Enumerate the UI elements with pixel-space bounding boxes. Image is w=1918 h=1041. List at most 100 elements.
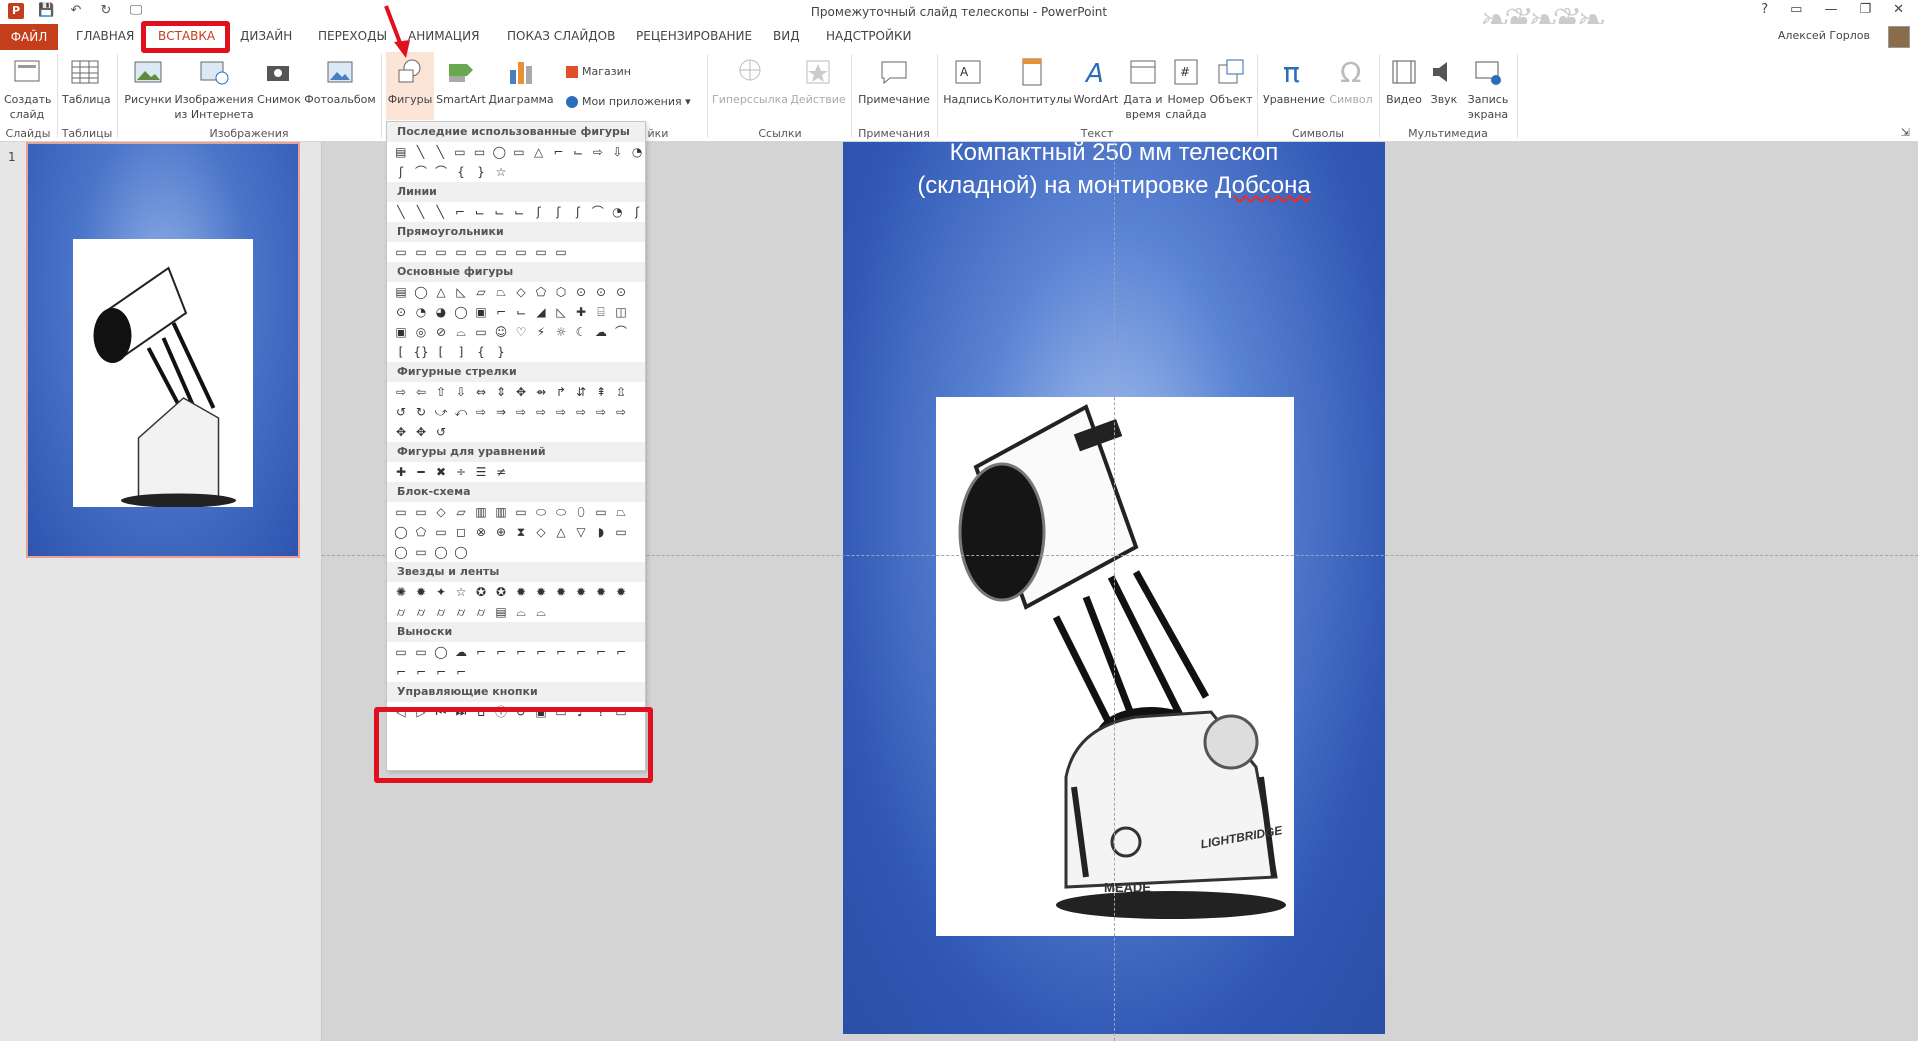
shape-item-icon[interactable]: ▭ <box>613 704 629 720</box>
close-button[interactable]: ✕ <box>1893 2 1904 17</box>
wordart-button[interactable]: A WordArt <box>1070 56 1122 107</box>
my-apps-button[interactable]: Мои приложения ▾ <box>566 94 691 109</box>
shape-item-icon[interactable]: ▭ <box>533 244 549 260</box>
shape-item-icon[interactable]: ✹ <box>413 584 429 600</box>
new-slide-button[interactable]: Создать слайд <box>4 56 52 122</box>
shape-item-icon[interactable]: ⇨ <box>573 404 589 420</box>
shape-item-icon[interactable]: ☁ <box>453 644 469 660</box>
shape-item-icon[interactable]: ✚ <box>393 464 409 480</box>
shape-item-icon[interactable]: ⏢ <box>613 504 629 520</box>
shape-item-icon[interactable]: ▱ <box>473 284 489 300</box>
telescope-image[interactable]: MEADE LIGHTBRIDGE <box>936 397 1294 936</box>
screen-recording-button[interactable]: Запись экрана <box>1464 56 1512 122</box>
shape-item-icon[interactable]: ◯ <box>433 544 449 560</box>
shape-item-icon[interactable]: ⇨ <box>553 404 569 420</box>
shape-item-icon[interactable]: ⊙ <box>573 284 589 300</box>
shape-item-icon[interactable]: ↱ <box>553 384 569 400</box>
shape-item-icon[interactable]: ◯ <box>393 524 409 540</box>
shape-item-icon[interactable]: ] <box>453 344 469 360</box>
shape-item-icon[interactable]: ✥ <box>393 424 409 440</box>
shape-item-icon[interactable]: △ <box>433 284 449 300</box>
shape-item-icon[interactable]: ▭ <box>511 144 527 160</box>
shape-item-icon[interactable]: ▭ <box>413 544 429 560</box>
shape-item-icon[interactable]: ✦ <box>433 584 449 600</box>
shape-item-icon[interactable]: ✪ <box>473 584 489 600</box>
shape-item-icon[interactable]: ⌐ <box>593 644 609 660</box>
comment-button[interactable]: Примечание <box>856 56 932 107</box>
shape-item-icon[interactable]: ⊘ <box>433 324 449 340</box>
shape-item-icon[interactable]: ≠ <box>493 464 509 480</box>
shape-item-icon[interactable]: ◔ <box>413 304 429 320</box>
shape-item-icon[interactable]: ▭ <box>553 244 569 260</box>
shape-item-icon[interactable]: ⌓ <box>513 604 529 620</box>
shape-item-icon[interactable]: ✹ <box>593 584 609 600</box>
shape-item-icon[interactable]: ⬭ <box>533 504 549 520</box>
shape-item-icon[interactable]: ⬯ <box>573 504 589 520</box>
shape-item-icon[interactable]: ✹ <box>573 584 589 600</box>
shape-item-icon[interactable]: ⇨ <box>613 404 629 420</box>
shape-item-icon[interactable]: ⧗ <box>513 524 529 540</box>
shape-item-icon[interactable]: ▽ <box>573 524 589 540</box>
shape-item-icon[interactable]: ⇧ <box>433 384 449 400</box>
tab-addins[interactable]: НАДСТРОЙКИ <box>826 29 911 43</box>
shape-item-icon[interactable]: ⬭ <box>553 504 569 520</box>
help-button[interactable]: ? <box>1761 2 1768 17</box>
shape-item-icon[interactable]: ⌭ <box>433 604 449 620</box>
shape-item-icon[interactable]: [ <box>433 344 449 360</box>
shape-item-icon[interactable]: ━ <box>413 464 429 480</box>
shape-item-icon[interactable]: ✺ <box>393 584 409 600</box>
shape-item-icon[interactable]: ⌙ <box>513 304 529 320</box>
shape-item-icon[interactable]: ⌭ <box>393 604 409 620</box>
shape-item-icon[interactable]: ▭ <box>473 244 489 260</box>
tab-file[interactable]: ФАЙЛ <box>0 24 58 50</box>
shape-item-icon[interactable]: ⌭ <box>453 604 469 620</box>
tab-slideshow[interactable]: ПОКАЗ СЛАЙДОВ <box>507 29 615 43</box>
shape-item-icon[interactable]: ▥ <box>473 504 489 520</box>
shape-item-icon[interactable]: ⚡ <box>533 324 549 340</box>
shape-item-icon[interactable]: ▭ <box>513 504 529 520</box>
shape-item-icon[interactable]: △ <box>553 524 569 540</box>
shape-item-icon[interactable]: ⌐ <box>613 644 629 660</box>
shape-item-icon[interactable]: ✹ <box>533 584 549 600</box>
shape-item-icon[interactable]: ╲ <box>432 144 448 160</box>
shape-item-icon[interactable]: } <box>493 344 509 360</box>
header-footer-button[interactable]: Колонтитулы <box>994 56 1072 107</box>
online-pictures-button[interactable]: Изображения из Интернета <box>174 56 254 122</box>
shape-item-icon[interactable]: ⌐ <box>473 644 489 660</box>
shape-item-icon[interactable]: ▭ <box>413 244 429 260</box>
shape-item-icon[interactable]: ⇴ <box>533 384 549 400</box>
shape-item-icon[interactable]: ☺ <box>493 324 509 340</box>
shape-item-icon[interactable]: [ <box>393 344 409 360</box>
shape-item-icon[interactable]: ▭ <box>393 244 409 260</box>
shape-item-icon[interactable]: {} <box>413 344 429 360</box>
shape-item-icon[interactable]: ☼ <box>553 324 569 340</box>
shape-item-icon[interactable]: ▭ <box>393 644 409 660</box>
tab-home[interactable]: ГЛАВНАЯ <box>76 29 134 43</box>
shape-item-icon[interactable]: ⏢ <box>493 284 509 300</box>
tab-review[interactable]: РЕЦЕНЗИРОВАНИЕ <box>636 29 752 43</box>
shape-item-icon[interactable]: ◎ <box>413 324 429 340</box>
shape-item-icon[interactable]: ◔ <box>610 204 626 220</box>
store-button[interactable]: Магазин <box>566 64 631 79</box>
shape-item-icon[interactable]: ✥ <box>413 424 429 440</box>
shape-item-icon[interactable]: ↺ <box>433 424 449 440</box>
shape-item-icon[interactable]: ▭ <box>413 644 429 660</box>
shape-item-icon[interactable]: △ <box>531 144 547 160</box>
shape-item-icon[interactable]: ʃ <box>570 204 586 220</box>
shape-item-icon[interactable]: ⌭ <box>413 604 429 620</box>
shape-item-icon[interactable]: ? <box>593 704 609 720</box>
shape-item-icon[interactable]: ⌐ <box>553 644 569 660</box>
shape-item-icon[interactable]: ÷ <box>453 464 469 480</box>
shape-item-icon[interactable]: ◇ <box>433 504 449 520</box>
hyperlink-button[interactable]: Гиперссылка <box>712 56 788 107</box>
shape-item-icon[interactable]: ☆ <box>453 584 469 600</box>
video-button[interactable]: Видео <box>1384 56 1424 107</box>
shape-item-icon[interactable]: ▥ <box>493 504 509 520</box>
shape-item-icon[interactable]: ◻ <box>453 524 469 540</box>
shape-item-icon[interactable]: ▭ <box>413 504 429 520</box>
shape-item-icon[interactable]: ⇨ <box>473 404 489 420</box>
shape-item-icon[interactable]: ◯ <box>453 544 469 560</box>
shape-item-icon[interactable]: ⇨ <box>533 404 549 420</box>
smartart-button[interactable]: SmartArt <box>436 56 486 107</box>
shape-item-icon[interactable]: ♡ <box>513 324 529 340</box>
